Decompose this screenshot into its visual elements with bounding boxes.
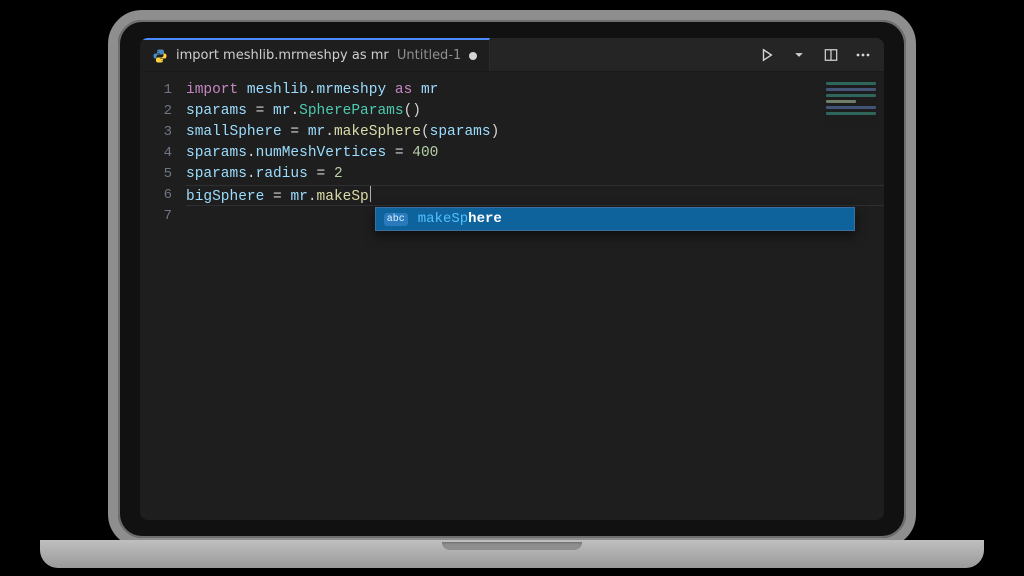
editor-tab-row: import meshlib.mrmeshpy as mr Untitled-1: [140, 38, 884, 72]
line-number: 6: [140, 185, 186, 206]
more-actions-button[interactable]: [852, 44, 874, 66]
tab-filename: Untitled-1: [397, 48, 461, 63]
code-line[interactable]: sparams.radius = 2: [186, 164, 884, 185]
tab-title: import meshlib.mrmeshpy as mr Untitled-1: [176, 48, 461, 63]
code-line[interactable]: smallSphere = mr.makeSphere(sparams): [186, 122, 884, 143]
editor-window: import meshlib.mrmeshpy as mr Untitled-1: [140, 38, 884, 520]
line-number: 4: [140, 143, 186, 164]
editor-area[interactable]: 1234567 import meshlib.mrmeshpy as mrspa…: [140, 72, 884, 520]
suggest-label: makeSphere: [418, 211, 502, 227]
laptop-base: [40, 540, 984, 568]
autocomplete-item[interactable]: abc makeSphere: [376, 208, 854, 230]
split-editor-button[interactable]: [820, 44, 842, 66]
line-number: 5: [140, 164, 186, 185]
text-cursor: [370, 185, 371, 202]
run-button[interactable]: [756, 44, 778, 66]
code-line[interactable]: import meshlib.mrmeshpy as mr: [186, 80, 884, 101]
code-line[interactable]: sparams.numMeshVertices = 400: [186, 143, 884, 164]
python-file-icon: [152, 48, 168, 64]
run-dropdown[interactable]: [788, 44, 810, 66]
code-view[interactable]: import meshlib.mrmeshpy as mrsparams = m…: [186, 72, 884, 520]
laptop-bezel: import meshlib.mrmeshpy as mr Untitled-1: [108, 10, 916, 548]
line-number: 3: [140, 122, 186, 143]
line-number-gutter: 1234567: [140, 72, 186, 520]
editor-tab-active[interactable]: import meshlib.mrmeshpy as mr Untitled-1: [140, 38, 490, 71]
editor-toolbar: [756, 38, 884, 71]
line-number: 7: [140, 206, 186, 227]
line-number: 1: [140, 80, 186, 101]
code-line[interactable]: sparams = mr.SphereParams(): [186, 101, 884, 122]
suggest-kind-badge: abc: [384, 213, 408, 226]
autocomplete-popup[interactable]: abc makeSphere: [375, 207, 855, 231]
code-line[interactable]: bigSphere = mr.makeSp: [186, 185, 884, 206]
tab-dirty-indicator: [469, 52, 477, 60]
line-number: 2: [140, 101, 186, 122]
